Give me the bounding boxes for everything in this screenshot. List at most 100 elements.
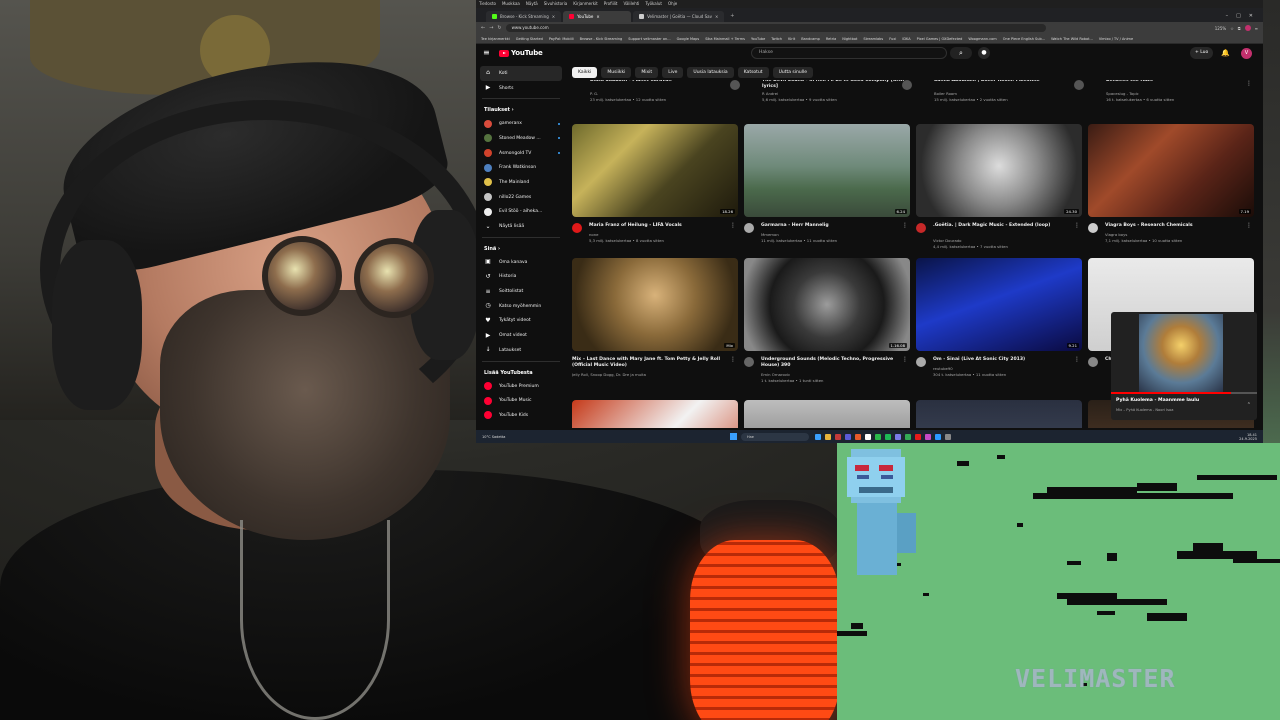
filter-chip[interactable]: Mixit (635, 67, 659, 78)
taskbar-search[interactable]: Hae (741, 432, 809, 441)
close-icon[interactable]: ✕ (1249, 11, 1253, 22)
video-thumbnail[interactable] (916, 400, 1082, 428)
video-card[interactable]: Black Sabbath - Planet Caravan P. G. 23 mi… (572, 80, 738, 108)
filter-chip[interactable]: Live (662, 67, 684, 78)
video-title[interactable]: Mix – Last Dance with Mary Jane ft. Tom … (572, 357, 722, 369)
sidebar-youtube-product[interactable]: YouTube Kids (476, 408, 566, 423)
bookmark-item[interactable]: Retria (826, 37, 836, 41)
menu-item[interactable]: Sivuhistoria (544, 0, 568, 8)
video-card[interactable]: 24.30 .Goëtia. | Dark Magic Music - Exten… (916, 124, 1082, 254)
bookmark-item[interactable]: Bandcamp (801, 37, 820, 41)
video-title[interactable]: Maria Franz of Heilung - LIFA Vocals (589, 223, 739, 229)
more-options-icon[interactable]: ⋮ (1074, 222, 1080, 229)
sidebar-youtube-product[interactable]: YouTube Premium (476, 379, 566, 394)
video-card[interactable]: Mix Mix – Last Dance with Mary Jane ft. T… (572, 258, 738, 388)
video-card[interactable]: The Devil Sound - In Hell I'll Be In Goo… (730, 80, 912, 108)
you-heading[interactable]: Sinä › (476, 241, 566, 255)
voice-search-icon[interactable]: ● (978, 47, 990, 59)
channel-avatar[interactable] (1088, 357, 1098, 367)
bookmark-item[interactable]: Browse - Kick Streaming (580, 37, 623, 41)
video-title[interactable]: .Goëtia. | Dark Magic Music - Extended (… (933, 223, 1083, 229)
sidebar-subscription[interactable]: Frank Watkinson (476, 160, 566, 175)
video-thumbnail[interactable]: 7.19 (1088, 124, 1254, 217)
channel-name[interactable]: R Andrei (762, 91, 778, 96)
taskbar-app-icon[interactable] (845, 433, 851, 440)
sidebar-you-item[interactable]: ≡ Soittolistat (476, 284, 566, 299)
filter-chip[interactable]: Katsotut (737, 67, 769, 78)
taskbar-app-icon[interactable] (855, 433, 861, 440)
more-options-icon[interactable]: ⋮ (902, 222, 908, 229)
bookmark-item[interactable]: Sika Mainmail + Terms (705, 37, 745, 41)
video-title[interactable]: Garmarna - Herr Mannelig (761, 223, 911, 229)
channel-avatar[interactable] (902, 80, 912, 90)
browser-tab[interactable]: Velimaster | Goëtia — Cloud Sav × (633, 11, 725, 22)
video-card[interactable]: 18.26 Maria Franz of Heilung - LIFA Vocal… (572, 124, 738, 254)
browser-tab[interactable]: YouTube × (563, 11, 632, 22)
reload-icon[interactable]: ↻ (497, 25, 501, 31)
sidebar-subscription[interactable]: Evil Stöö - aiheka... (476, 205, 566, 220)
video-title[interactable]: Black Sabbath - Planet Caravan (590, 80, 740, 84)
taskbar-app-icon[interactable] (915, 433, 921, 440)
bookmark-item[interactable]: IDKA (902, 37, 910, 41)
taskbar-app-icon[interactable] (875, 433, 881, 440)
video-card[interactable]: 1.16.08 Underground Sounds (Melodic Techn… (744, 258, 910, 388)
miniplayer[interactable]: Pyhä Kuolema - Maanmme laulu Mix – Pyhä … (1111, 312, 1257, 420)
sidebar-subscription[interactable]: gameranx (476, 116, 566, 131)
channel-avatar[interactable] (1088, 223, 1098, 233)
new-tab-button[interactable]: + (726, 11, 738, 22)
bookmark-item[interactable]: Getting Started (516, 37, 543, 41)
video-thumbnail[interactable]: 24.30 (916, 124, 1082, 217)
zoom-level[interactable]: 125% (1215, 26, 1226, 31)
sidebar-you-item[interactable]: ▣ Oma kanava (476, 255, 566, 270)
channel-name[interactable]: Mmemon (761, 232, 779, 237)
menu-item[interactable]: Muokkaa (502, 0, 520, 8)
video-thumbnail[interactable]: 9.21 (916, 258, 1082, 351)
notifications-bell-icon[interactable]: 🔔 (1221, 47, 1230, 59)
taskbar-app-icon[interactable] (945, 433, 951, 440)
video-thumbnail[interactable]: 18.26 (572, 124, 738, 217)
bookmark-item[interactable]: Vimixo / TV / Anime (1099, 37, 1133, 41)
miniplayer-progress[interactable] (1111, 392, 1257, 394)
weather-widget[interactable]: 10°C Sadetta (476, 435, 716, 439)
sidebar-subscription[interactable]: Stoned Meadow ... (476, 131, 566, 146)
bookmark-item[interactable]: Watch The Wild Robot... (1051, 37, 1093, 41)
more-options-icon[interactable]: ⋮ (902, 356, 908, 363)
sidebar-you-item[interactable]: ♥ Tykätyt videot (476, 314, 566, 329)
bookmark-item[interactable]: Fuxi (889, 37, 896, 41)
video-card[interactable]: Between the Haze Spaceslug - Topic 16 t. k… (1074, 80, 1254, 108)
more-options-icon[interactable]: ⋮ (1074, 356, 1080, 363)
channel-avatar[interactable] (1074, 80, 1084, 90)
video-card[interactable]: Samia Abdullahi | Boiler Room: Palestine… (902, 80, 1082, 108)
menu-item[interactable]: Kirjanmerkit (573, 0, 597, 8)
back-icon[interactable]: ← (481, 25, 485, 31)
video-thumbnail[interactable] (572, 400, 738, 428)
sidebar-item-koti[interactable]: ⌂ Koti (480, 66, 562, 81)
bookmark-item[interactable]: PayPal: Mobiili (549, 37, 574, 41)
video-thumbnail[interactable]: Mix (572, 258, 738, 351)
menu-item[interactable]: Välilehti (624, 0, 640, 8)
menu-icon[interactable]: ≡ (1255, 26, 1258, 31)
bookmark-item[interactable]: Twitch (771, 37, 782, 41)
channel-name[interactable]: Jelly Roll, Snoop Dogg, Dr. Dre ja muita (572, 372, 646, 377)
channel-avatar[interactable] (916, 357, 926, 367)
filter-chip[interactable]: Kaikki (572, 67, 598, 78)
channel-name[interactable]: Boiler Room (934, 91, 957, 96)
system-clock[interactable]: 18.41 24.9.2025 (1239, 433, 1263, 441)
tab-close-icon[interactable]: × (596, 14, 599, 19)
guide-menu-icon[interactable]: ≡ (483, 49, 493, 57)
sidebar-you-item[interactable]: ↺ Historia (476, 270, 566, 285)
youtube-logo[interactable]: YouTube (499, 49, 543, 57)
video-card[interactable]: 6.24 Garmarna - Herr Mannelig Mmemon 11 mil… (744, 124, 910, 254)
video-card[interactable]: 7.19 Viagra Boys - Research Chemicals Viag… (1088, 124, 1254, 254)
filter-chip[interactable]: Musiikki (601, 67, 632, 78)
video-title[interactable]: Om - Sinai (Live At Sonic City 2013) (933, 357, 1083, 363)
channel-avatar[interactable] (916, 223, 926, 233)
bookmark-item[interactable]: Google Maps (677, 37, 700, 41)
forward-icon[interactable]: → (489, 25, 493, 31)
video-title[interactable]: The Devil Sound - In Hell I'll Be In Goo… (762, 80, 912, 90)
bookmark-item[interactable]: Woogmann.com (968, 37, 996, 41)
video-card[interactable]: 9.21 Om - Sinai (Live At Sonic City 2013)… (916, 258, 1082, 388)
sidebar-item-shorts[interactable]: ▶ Shorts (476, 81, 566, 96)
menu-item[interactable]: Näytä (526, 0, 538, 8)
channel-name[interactable]: Viagra boys (1105, 232, 1127, 237)
